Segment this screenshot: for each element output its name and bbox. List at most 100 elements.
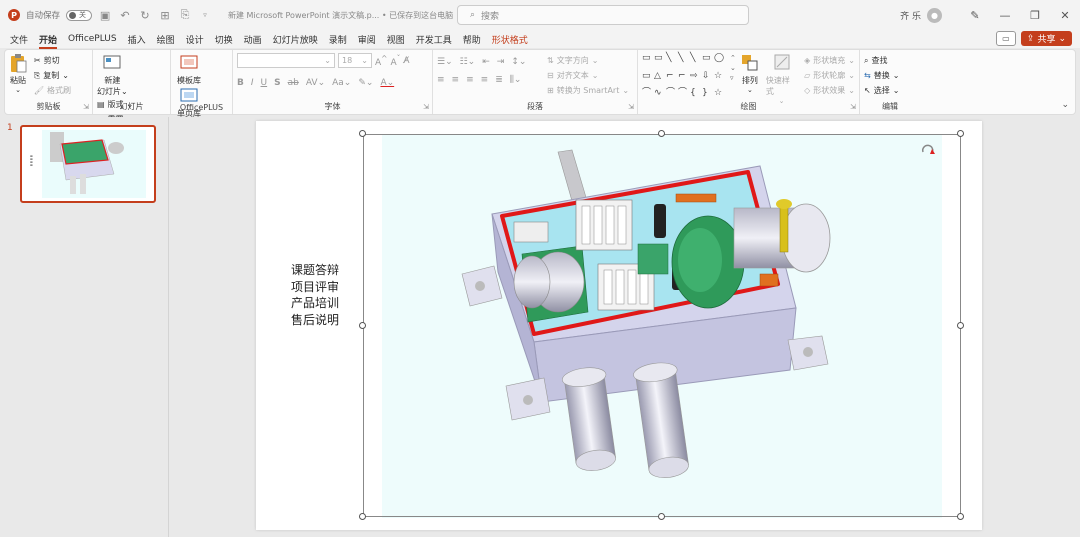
tab-slideshow[interactable]: 幻灯片放映	[273, 33, 318, 46]
resize-handle-top-right[interactable]	[957, 130, 964, 137]
smartart-button[interactable]: ⊞ 转换为 SmartArt ⌄	[547, 83, 629, 98]
shape-fill-button[interactable]: ◈ 形状填充 ⌄	[804, 53, 855, 68]
resize-handle-bottom-right[interactable]	[957, 513, 964, 520]
autosave-toggle[interactable]: 关	[66, 9, 93, 21]
text-direction-button[interactable]: ⇅ 文字方向 ⌄	[547, 53, 629, 68]
resize-handle-bottom[interactable]	[658, 513, 665, 520]
shrink-font-icon[interactable]: Aˇ	[390, 54, 400, 68]
tab-developer[interactable]: 开发工具	[416, 33, 452, 46]
tab-view[interactable]: 视图	[387, 33, 405, 46]
replace-button[interactable]: ⇆ 替换 ⌄	[864, 68, 899, 83]
shape-outline-button[interactable]: ▱ 形状轮廓 ⌄	[804, 68, 855, 83]
close-icon[interactable]: ✕	[1050, 9, 1080, 22]
resize-handle-right[interactable]	[957, 322, 964, 329]
text-direction-icon: ⇅	[547, 56, 554, 65]
tab-animations[interactable]: 动画	[244, 33, 262, 46]
share-button[interactable]: ⇪ 共享 ⌄	[1020, 31, 1072, 46]
minimize-icon[interactable]: —	[990, 9, 1020, 22]
align-left-icon[interactable]: ≡	[437, 75, 445, 85]
align-right-icon[interactable]: ≡	[466, 75, 474, 85]
dialog-launcher-icon[interactable]: ⇲	[628, 103, 634, 111]
comments-button[interactable]: ▭	[995, 31, 1016, 46]
tab-insert[interactable]: 插入	[128, 33, 146, 46]
shadow-icon[interactable]: S	[274, 78, 280, 88]
strikethrough-icon[interactable]: ab	[288, 78, 299, 88]
copy-button[interactable]: ⎘ 复制 ⌄	[34, 68, 71, 83]
highlight-icon[interactable]: ✎⌄	[358, 78, 373, 88]
tab-file[interactable]: 文件	[10, 33, 28, 46]
tab-home[interactable]: 开始	[39, 33, 58, 49]
tab-officeplus[interactable]: OfficePLUS	[68, 34, 117, 44]
pen-icon[interactable]: ✎	[960, 9, 990, 22]
shapes-scroll[interactable]: ⌃ ⌄ ▿	[730, 53, 736, 105]
restore-icon[interactable]: ❐	[1020, 9, 1050, 22]
align-center-icon[interactable]: ≡	[452, 75, 460, 85]
document-title[interactable]: 新建 Microsoft PowerPoint 演示文稿.p... • 已保存到…	[228, 10, 462, 21]
tab-design[interactable]: 设计	[186, 33, 204, 46]
numbering-icon[interactable]: ☷⌄	[460, 57, 476, 67]
cut-button[interactable]: ✂ 剪切	[34, 53, 71, 68]
font-color-icon[interactable]: A⌄	[380, 78, 394, 88]
slides-label: 幻灯片	[119, 102, 144, 111]
slide-text-line: 课题答辩	[291, 263, 340, 277]
italic-icon[interactable]: I	[251, 78, 254, 88]
line-spacing-icon[interactable]: ↕⌄	[511, 57, 526, 67]
tab-help[interactable]: 帮助	[463, 33, 481, 46]
pane-divider[interactable]	[168, 117, 169, 537]
template-icon[interactable]: ⎘	[178, 8, 192, 22]
user-name[interactable]: 齐 乐	[900, 9, 921, 22]
columns-icon[interactable]: ⫼⌄	[510, 75, 522, 85]
bullets-icon[interactable]: ☰⌄	[437, 57, 453, 67]
ribbon: 粘贴⌄ ✂剪切 ⎘复制⌄ 🖌格式刷 剪贴板 ⇲ 新建 幻灯片⌄ ▤版式⌄ ▣重置…	[4, 49, 1076, 139]
format-painter-button[interactable]: 🖌 格式刷	[34, 83, 71, 98]
tab-transitions[interactable]: 切换	[215, 33, 233, 46]
select-button[interactable]: ↖ 选择 ⌄	[864, 83, 899, 98]
resize-handle-left[interactable]	[359, 322, 366, 329]
align-text-button[interactable]: ⊟ 对齐文本 ⌄	[547, 68, 629, 83]
arrange-button[interactable]: 排列 ⌄	[741, 53, 759, 105]
underline-icon[interactable]: U	[261, 78, 268, 88]
save-icon[interactable]: ▣	[98, 9, 112, 22]
avatar[interactable]: ●	[927, 7, 942, 23]
shape-effects-button[interactable]: ◇ 形状效果 ⌄	[804, 83, 855, 98]
dialog-launcher-icon[interactable]: ⇲	[850, 103, 856, 111]
tab-review[interactable]: 审阅	[358, 33, 376, 46]
undo-icon[interactable]: ↶	[118, 9, 132, 22]
grow-font-icon[interactable]: A^	[375, 54, 387, 68]
resize-handle-top-left[interactable]	[359, 130, 366, 137]
font-name-select[interactable]: ⌄	[237, 53, 335, 68]
find-button[interactable]: ⌕ 查找	[864, 53, 899, 68]
resize-handle-top[interactable]	[658, 130, 665, 137]
redo-icon[interactable]: ↻	[138, 9, 152, 22]
tab-record[interactable]: 录制	[329, 33, 347, 46]
new-slide-button[interactable]: 新建 幻灯片⌄	[97, 53, 128, 97]
distributed-icon[interactable]: ≣	[495, 75, 503, 85]
present-icon[interactable]: ⊞	[158, 9, 172, 22]
collapse-ribbon-icon[interactable]: ⌄	[1061, 100, 1069, 110]
dialog-launcher-icon[interactable]: ⇲	[423, 103, 429, 111]
drawing-label: 绘图	[740, 102, 757, 111]
tab-draw[interactable]: 绘图	[157, 33, 175, 46]
rotate-handle-icon[interactable]	[920, 143, 936, 157]
quick-styles-button[interactable]: 快速样式 ⌄	[766, 53, 797, 105]
increase-indent-icon[interactable]: ⇥	[497, 57, 505, 67]
customize-toolbar-icon[interactable]: ▿	[198, 11, 212, 19]
font-size-select[interactable]: 18 ⌄	[338, 53, 372, 68]
justify-icon[interactable]: ≡	[481, 75, 489, 85]
tab-shape-format[interactable]: 形状格式	[492, 33, 528, 46]
paste-button[interactable]: 粘贴 ⌄	[9, 53, 27, 94]
clear-format-icon[interactable]: A̸	[403, 56, 409, 66]
bold-icon[interactable]: B	[237, 78, 244, 88]
template-library-button[interactable]: 模板库	[177, 53, 201, 86]
search-input[interactable]: ⌕ 搜索	[457, 5, 749, 25]
shapes-gallery[interactable]: ▭ ▭ ╲ ╲ ╲ ▭ ◯ ▭ △ ⌐ ⌐ ⇨ ⇩ ☆ ⌒ ∿ ⌒ ⌒{} ☆	[642, 53, 725, 105]
slide-thumbnail[interactable]: ▬ ▬ ▬ ▬	[20, 125, 156, 203]
cursor-icon: ↖	[864, 86, 871, 95]
search-icon: ⌕	[864, 55, 869, 65]
decrease-indent-icon[interactable]: ⇤	[482, 57, 490, 67]
slide-text-box[interactable]: 课题答辩 项目评审 产品培训 售后说明	[291, 262, 355, 328]
dialog-launcher-icon[interactable]: ⇲	[83, 103, 89, 111]
change-case-icon[interactable]: Aa⌄	[332, 78, 351, 88]
resize-handle-bottom-left[interactable]	[359, 513, 366, 520]
spacing-icon[interactable]: AV⌄	[306, 78, 325, 88]
